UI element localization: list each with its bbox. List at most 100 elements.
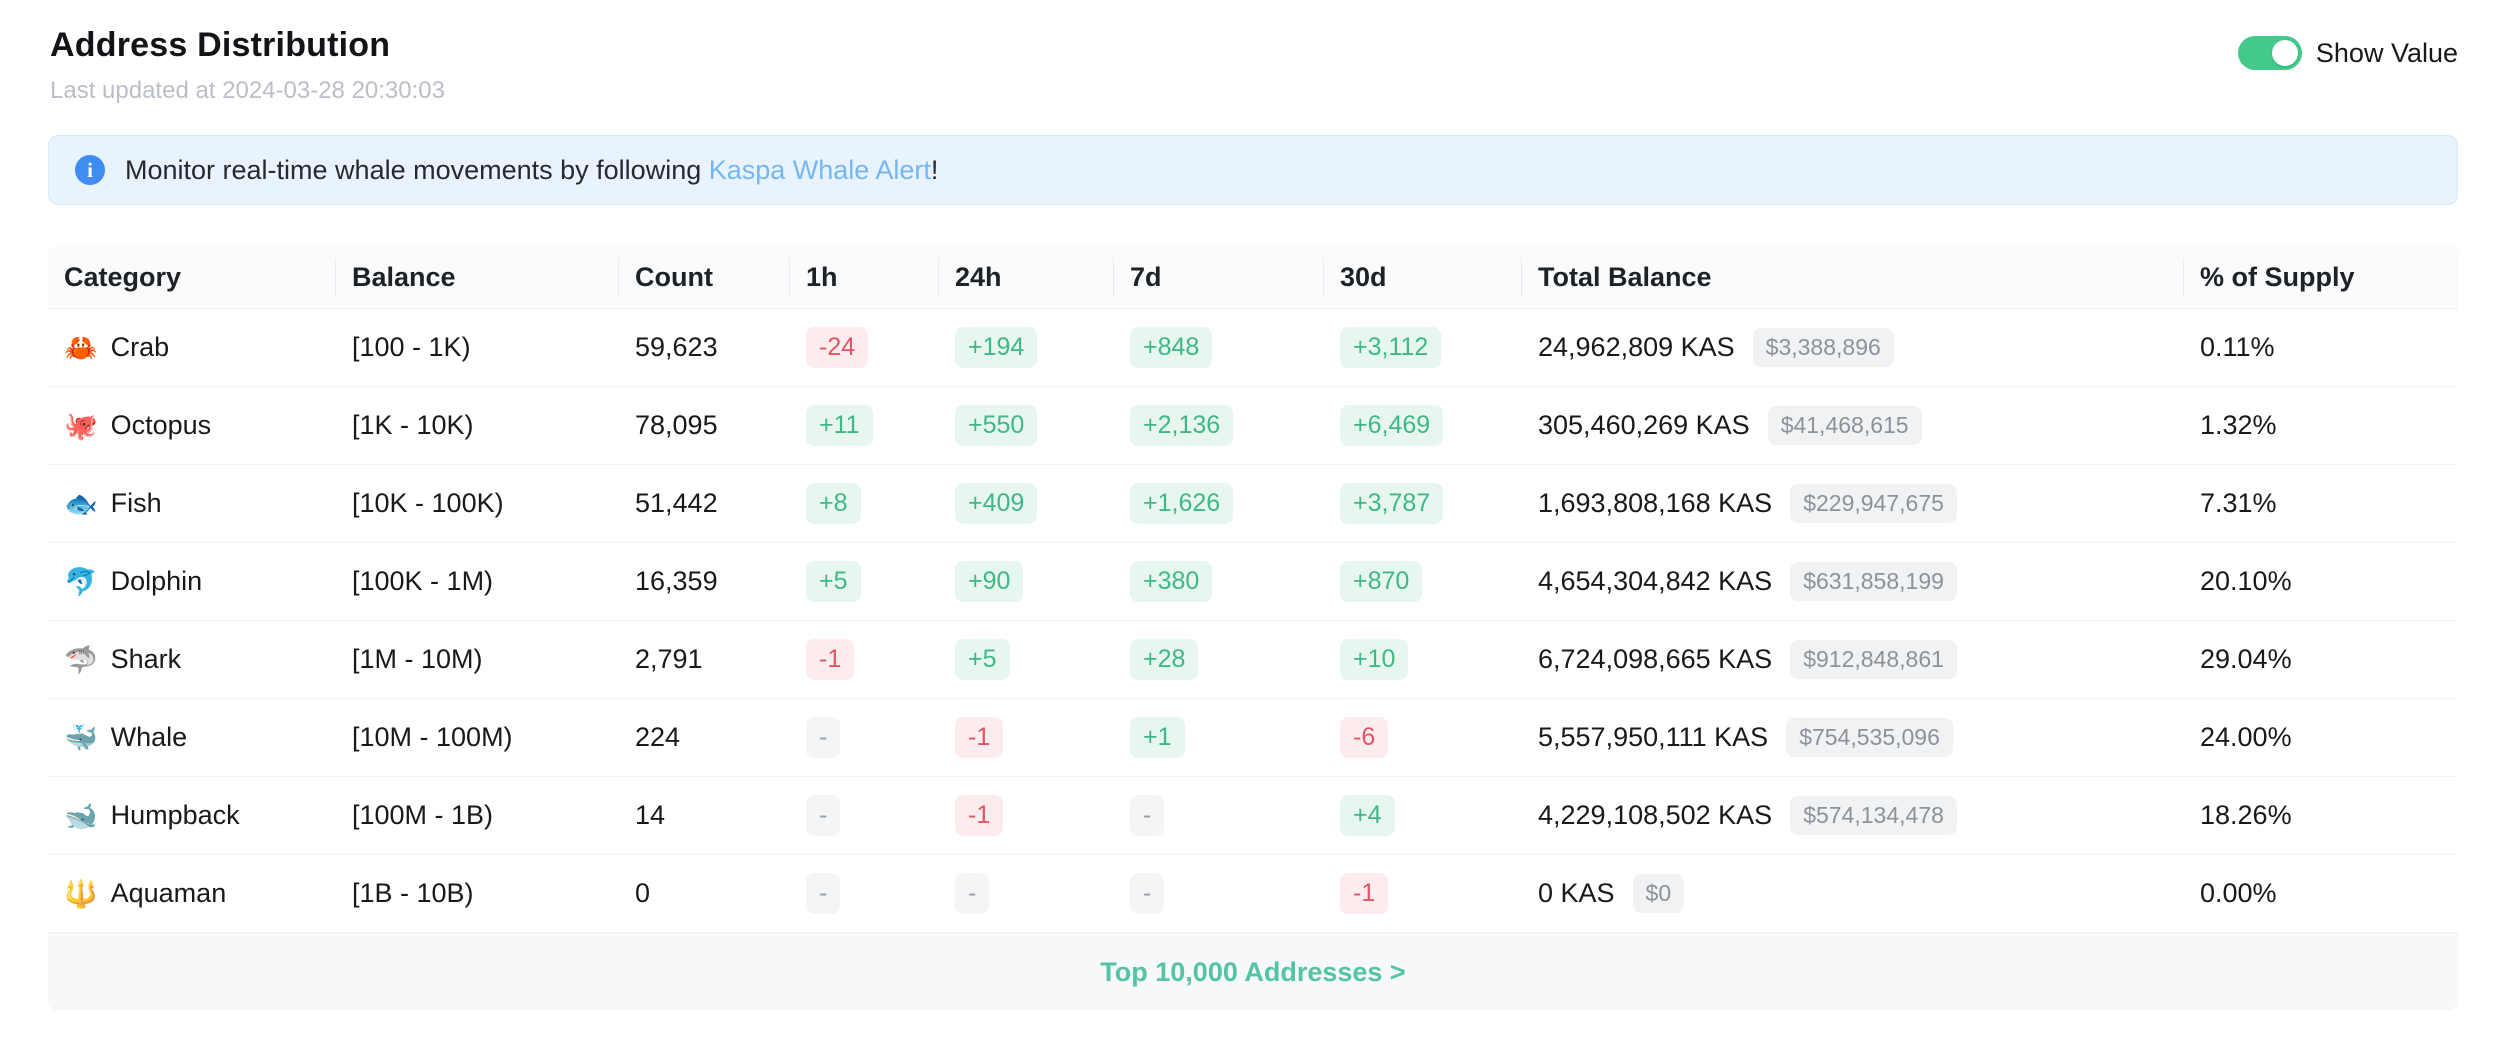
change-1h-cell: -	[790, 717, 939, 758]
total-balance-cell: 1,693,808,168 KAS $229,947,675	[1522, 484, 2184, 524]
balance-range: [1M - 10M)	[352, 644, 483, 675]
total-balance-cell: 4,229,108,502 KAS $574,134,478	[1522, 796, 2184, 836]
category-cell: 🐙 Octopus	[48, 410, 336, 442]
total-balance-usd-badge: $0	[1633, 874, 1685, 914]
supply-percent-cell: 18.26%	[2184, 800, 2458, 831]
count-value: 0	[635, 878, 650, 909]
change-30d-badge: +3,112	[1340, 327, 1441, 368]
table-row: 🦈 Shark [1M - 10M) 2,791 -1 +5 +28 +10 6…	[48, 621, 2458, 699]
count-cell: 0	[619, 878, 790, 909]
supply-percent: 0.11%	[2200, 332, 2275, 363]
change-7d-cell: -	[1114, 795, 1324, 836]
supply-percent-cell: 0.11%	[2184, 332, 2458, 363]
page-header: Address Distribution Last updated at 202…	[48, 22, 2458, 105]
balance-range-cell: [1M - 10M)	[336, 644, 619, 675]
total-balance-cell: 4,654,304,842 KAS $631,858,199	[1522, 562, 2184, 602]
change-24h-cell: +5	[939, 639, 1114, 680]
supply-percent-cell: 29.04%	[2184, 644, 2458, 675]
change-7d-cell: +380	[1114, 561, 1324, 602]
column-header-supply-percent: % of Supply	[2184, 258, 2458, 296]
count-value: 14	[635, 800, 665, 831]
supply-percent: 24.00%	[2200, 722, 2292, 753]
count-cell: 78,095	[619, 410, 790, 441]
change-1h-badge: -	[806, 717, 840, 758]
change-7d-badge: +2,136	[1130, 405, 1233, 446]
change-24h-badge: +550	[955, 405, 1037, 446]
total-balance-kas: 4,229,108,502 KAS	[1538, 800, 1772, 831]
total-balance-kas: 305,460,269 KAS	[1538, 410, 1750, 441]
balance-range-cell: [100 - 1K)	[336, 332, 619, 363]
change-24h-badge: +90	[955, 561, 1023, 602]
column-header-24h: 24h	[939, 258, 1114, 296]
balance-range: [100 - 1K)	[352, 332, 471, 363]
change-1h-badge: +8	[806, 483, 861, 524]
change-24h-cell: -1	[939, 795, 1114, 836]
change-7d-cell: +28	[1114, 639, 1324, 680]
total-balance-cell: 24,962,809 KAS $3,388,896	[1522, 328, 2184, 368]
banner-text: Monitor real-time whale movements by fol…	[125, 155, 938, 186]
change-7d-badge: +1,626	[1130, 483, 1233, 524]
change-1h-badge: +5	[806, 561, 861, 602]
title-block: Address Distribution Last updated at 202…	[48, 22, 445, 105]
change-30d-cell: -1	[1324, 873, 1522, 914]
change-1h-cell: -1	[790, 639, 939, 680]
balance-range: [10K - 100K)	[352, 488, 504, 519]
balance-range-cell: [1K - 10K)	[336, 410, 619, 441]
total-balance-usd-badge: $41,468,615	[1768, 406, 1922, 446]
total-balance-usd-badge: $754,535,096	[1786, 718, 1953, 758]
address-distribution-page: Address Distribution Last updated at 202…	[0, 0, 2506, 1011]
balance-range-cell: [1B - 10B)	[336, 878, 619, 909]
count-value: 2,791	[635, 644, 703, 675]
column-header-balance: Balance	[336, 258, 619, 296]
total-balance-kas: 6,724,098,665 KAS	[1538, 644, 1772, 675]
change-30d-badge: -1	[1340, 873, 1388, 914]
category-cell: 🐬 Dolphin	[48, 566, 336, 598]
supply-percent: 20.10%	[2200, 566, 2292, 597]
category-emoji: 🐳	[64, 722, 98, 754]
page-title: Address Distribution	[50, 26, 445, 65]
top-addresses-link[interactable]: Top 10,000 Addresses >	[1100, 957, 1405, 988]
show-value-toggle[interactable]	[2238, 36, 2302, 70]
column-header-1h: 1h	[790, 258, 939, 296]
category-label: Shark	[111, 644, 182, 675]
count-cell: 51,442	[619, 488, 790, 519]
count-value: 51,442	[635, 488, 718, 519]
table-footer: Top 10,000 Addresses >	[48, 933, 2458, 1011]
supply-percent: 0.00%	[2200, 878, 2277, 909]
category-emoji: 🦈	[64, 644, 98, 676]
total-balance-kas: 0 KAS	[1538, 878, 1615, 909]
column-header-30d: 30d	[1324, 258, 1522, 296]
change-30d-cell: +3,787	[1324, 483, 1522, 524]
change-7d-cell: +1,626	[1114, 483, 1324, 524]
change-24h-badge: -1	[955, 717, 1003, 758]
category-label: Octopus	[111, 410, 212, 441]
change-1h-cell: -24	[790, 327, 939, 368]
change-24h-badge: +409	[955, 483, 1037, 524]
category-emoji: 🐙	[64, 410, 98, 442]
change-1h-badge: -1	[806, 639, 854, 680]
category-label: Humpback	[111, 800, 240, 831]
change-24h-cell: +194	[939, 327, 1114, 368]
show-value-label: Show Value	[2316, 38, 2458, 69]
total-balance-usd-badge: $229,947,675	[1790, 484, 1957, 524]
supply-percent: 7.31%	[2200, 488, 2277, 519]
change-7d-cell: +1	[1114, 717, 1324, 758]
change-30d-cell: +10	[1324, 639, 1522, 680]
category-emoji: 🦀	[64, 332, 98, 364]
total-balance-cell: 6,724,098,665 KAS $912,848,861	[1522, 640, 2184, 680]
change-24h-badge: +194	[955, 327, 1037, 368]
total-balance-cell: 5,557,950,111 KAS $754,535,096	[1522, 718, 2184, 758]
total-balance-cell: 0 KAS $0	[1522, 874, 2184, 914]
change-7d-cell: +2,136	[1114, 405, 1324, 446]
change-30d-badge: +4	[1340, 795, 1395, 836]
change-1h-badge: -24	[806, 327, 868, 368]
table-row: 🔱 Aquaman [1B - 10B) 0 - - - -1 0 KAS $0…	[48, 855, 2458, 933]
supply-percent-cell: 1.32%	[2184, 410, 2458, 441]
category-cell: 🐳 Whale	[48, 722, 336, 754]
change-24h-cell: +550	[939, 405, 1114, 446]
whale-alert-link[interactable]: Kaspa Whale Alert	[709, 155, 931, 185]
count-cell: 14	[619, 800, 790, 831]
change-30d-badge: +10	[1340, 639, 1408, 680]
total-balance-kas: 1,693,808,168 KAS	[1538, 488, 1772, 519]
count-cell: 224	[619, 722, 790, 753]
